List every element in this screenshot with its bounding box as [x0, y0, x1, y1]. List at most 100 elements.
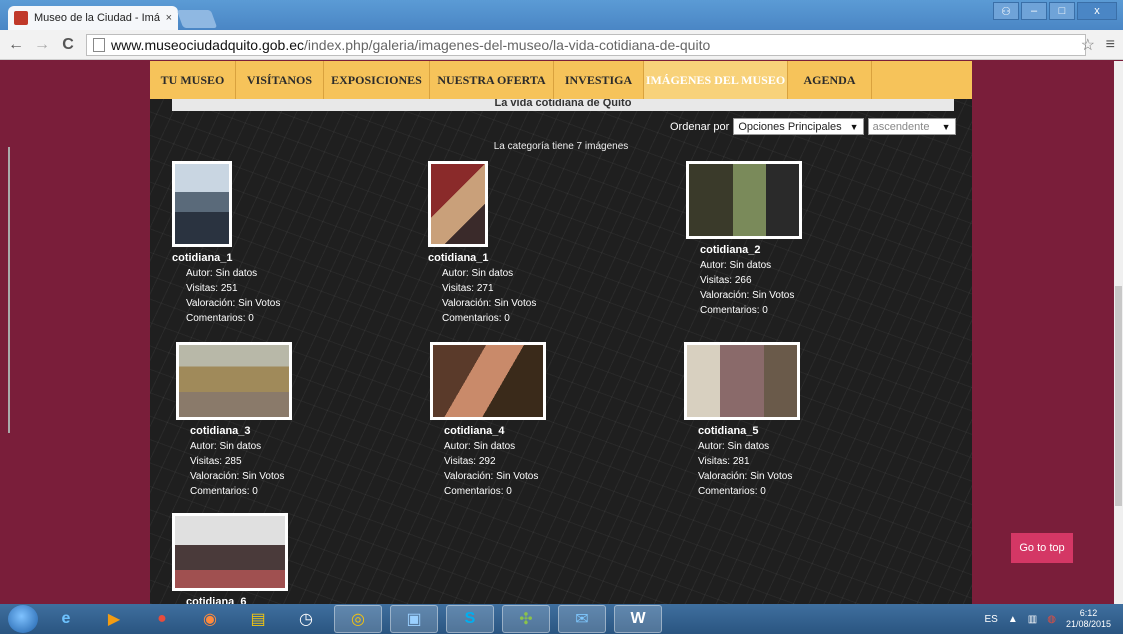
sort-order-value: ascendente: [872, 120, 930, 133]
bookmark-star-icon[interactable]: ☆: [1081, 35, 1095, 55]
item-comments: Comentarios: 0: [698, 486, 766, 497]
page-icon: [93, 37, 105, 52]
window-controls: ⚇ – □ x: [993, 2, 1117, 20]
page-viewport: TU MUSEO VISÍTANOS EXPOSICIONES NUESTRA …: [0, 61, 1123, 604]
chrome-icon[interactable]: ◎: [334, 605, 382, 633]
go-to-top-button[interactable]: Go to top: [1011, 533, 1073, 563]
browser-tab-bar: Museo de la Ciudad - Imá × ⚇ – □ x: [0, 0, 1123, 30]
nav-item-imagenes-del-museo[interactable]: IMÁGENES DEL MUSEO: [644, 61, 788, 99]
reload-button[interactable]: C: [58, 36, 78, 54]
item-name[interactable]: cotidiana_6: [172, 595, 288, 604]
nav-item-exposiciones[interactable]: EXPOSICIONES: [324, 61, 430, 99]
main-nav: TU MUSEO VISÍTANOS EXPOSICIONES NUESTRA …: [150, 61, 972, 99]
clock-date: 21/08/2015: [1065, 619, 1111, 629]
item-rating: Valoración: Sin Votos: [444, 471, 539, 482]
internet-explorer-icon[interactable]: e: [46, 605, 86, 633]
tab-title: Museo de la Ciudad - Imá: [34, 12, 160, 24]
item-name[interactable]: cotidiana_1: [172, 251, 280, 266]
pin-app-icon[interactable]: ●: [142, 605, 182, 633]
skype-icon[interactable]: S: [446, 605, 494, 633]
item-comments: Comentarios: 0: [444, 486, 512, 497]
nav-item-nuestra-oferta[interactable]: NUESTRA OFERTA: [430, 61, 554, 99]
network-icon[interactable]: ▥: [1028, 614, 1037, 625]
gallery-item: cotidiana_4 Autor: Sin datos Visitas: 29…: [430, 342, 546, 499]
sort-field-select[interactable]: Opciones Principales ▼: [733, 118, 864, 135]
item-rating: Valoración: Sin Votos: [442, 298, 537, 309]
nav-item-agenda[interactable]: AGENDA: [788, 61, 872, 99]
gallery-thumbnail[interactable]: [686, 161, 802, 239]
maximize-button[interactable]: □: [1049, 2, 1075, 20]
item-visits: Visitas: 292: [444, 456, 496, 467]
windows-taskbar: e ▶ ● ◉ ▤ ◷ ◎ ▣ S ✣ ✉ W ES ▲ ▥ ◍ 6:12 21…: [0, 604, 1123, 634]
dropdown-arrow-icon: ▼: [941, 121, 951, 132]
nav-item-investiga[interactable]: INVESTIGA: [554, 61, 644, 99]
item-name[interactable]: cotidiana_5: [684, 424, 800, 439]
new-tab-button[interactable]: [176, 10, 218, 28]
address-bar[interactable]: www.museociudadquito.gob.ec /index.php/g…: [86, 33, 1086, 56]
tab-close-icon[interactable]: ×: [166, 12, 172, 24]
gallery-thumbnail[interactable]: [428, 161, 488, 247]
back-button[interactable]: ←: [6, 36, 26, 54]
item-name[interactable]: cotidiana_1: [428, 251, 536, 266]
people-app-icon[interactable]: ✣: [502, 605, 550, 633]
site-container: TU MUSEO VISÍTANOS EXPOSICIONES NUESTRA …: [150, 61, 972, 604]
close-window-button[interactable]: x: [1077, 2, 1117, 20]
category-count: La categoría tiene 7 imágenes: [493, 141, 629, 152]
forward-button[interactable]: →: [32, 36, 52, 54]
item-rating: Valoración: Sin Votos: [190, 471, 285, 482]
nav-item-visitanos[interactable]: VISÍTANOS: [236, 61, 324, 99]
item-name[interactable]: cotidiana_3: [176, 424, 292, 439]
item-author: Autor: Sin datos: [444, 441, 516, 452]
gallery-item: cotidiana_3 Autor: Sin datos Visitas: 28…: [176, 342, 292, 499]
item-author: Autor: Sin datos: [190, 441, 262, 452]
clock[interactable]: 6:12 21/08/2015: [1066, 608, 1111, 630]
item-visits: Visitas: 266: [700, 275, 752, 286]
user-icon[interactable]: ⚇: [993, 2, 1019, 20]
gallery-item: cotidiana_1 Autor: Sin datos Visitas: 27…: [428, 161, 536, 326]
url-path: /index.php/galeria/imagenes-del-museo/la…: [304, 36, 711, 53]
gallery-item: cotidiana_6: [172, 513, 288, 604]
gallery-thumbnail[interactable]: [430, 342, 546, 420]
dropdown-arrow-icon: ▼: [849, 121, 859, 132]
gallery-thumbnail[interactable]: [172, 513, 288, 591]
clock-time: 6:12: [1079, 608, 1098, 618]
volume-icon[interactable]: ◍: [1047, 614, 1056, 625]
gallery-item: cotidiana_1 Autor: Sin datos Visitas: 25…: [172, 161, 280, 326]
sort-order-select[interactable]: ascendente ▼: [867, 118, 956, 135]
word-icon[interactable]: W: [614, 605, 662, 633]
system-tray: ES ▲ ▥ ◍ 6:12 21/08/2015: [985, 604, 1111, 634]
browser-tab[interactable]: Museo de la Ciudad - Imá ×: [8, 6, 178, 30]
language-indicator[interactable]: ES: [985, 614, 998, 625]
gallery-item: cotidiana_5 Autor: Sin datos Visitas: 28…: [684, 342, 800, 499]
item-visits: Visitas: 285: [190, 456, 242, 467]
item-rating: Valoración: Sin Votos: [186, 298, 281, 309]
tray-expand-icon[interactable]: ▲: [1008, 614, 1018, 625]
messenger-icon[interactable]: ✉: [558, 605, 606, 633]
media-player-icon[interactable]: ▶: [94, 605, 134, 633]
item-comments: Comentarios: 0: [186, 313, 254, 324]
gallery-thumbnail[interactable]: [176, 342, 292, 420]
item-comments: Comentarios: 0: [700, 305, 768, 316]
item-name[interactable]: cotidiana_4: [430, 424, 546, 439]
left-edge-line: [8, 147, 10, 433]
sort-controls: Ordenar por Opciones Principales ▼ ascen…: [670, 118, 956, 135]
scrollbar-thumb[interactable]: [1115, 286, 1122, 506]
gallery-title: La vida cotidiana de Quito: [172, 99, 954, 111]
page-scrollbar[interactable]: [1114, 61, 1123, 604]
clock-app-icon[interactable]: ◷: [286, 605, 326, 633]
paint-app-icon[interactable]: ▣: [390, 605, 438, 633]
item-author: Autor: Sin datos: [700, 260, 772, 271]
browser-menu-icon[interactable]: ≡: [1106, 36, 1115, 54]
gallery-thumbnail[interactable]: [172, 161, 232, 247]
minimize-button[interactable]: –: [1021, 2, 1047, 20]
start-button[interactable]: [8, 605, 38, 633]
item-visits: Visitas: 271: [442, 283, 494, 294]
item-rating: Valoración: Sin Votos: [698, 471, 793, 482]
item-rating: Valoración: Sin Votos: [700, 290, 795, 301]
gallery-thumbnail[interactable]: [684, 342, 800, 420]
file-explorer-icon[interactable]: ▤: [238, 605, 278, 633]
firefox-icon[interactable]: ◉: [190, 605, 230, 633]
item-visits: Visitas: 281: [698, 456, 750, 467]
item-name[interactable]: cotidiana_2: [686, 243, 802, 258]
nav-item-tu-museo[interactable]: TU MUSEO: [150, 61, 236, 99]
